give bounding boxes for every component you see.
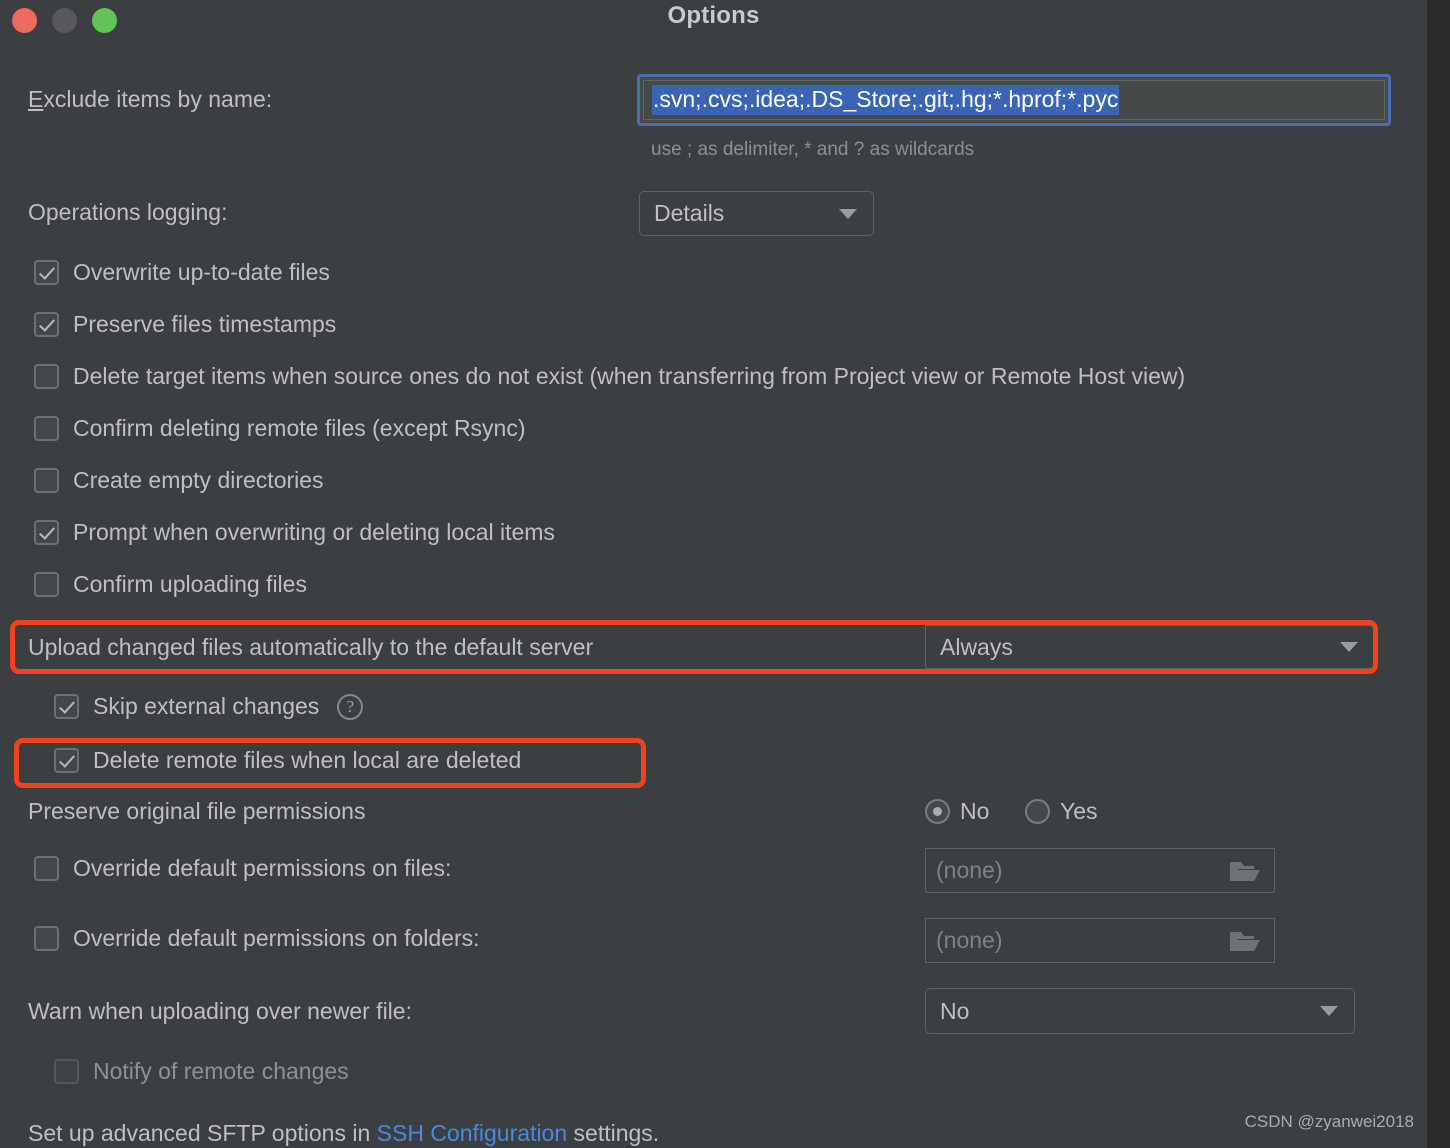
checkbox-indicator[interactable] (34, 856, 59, 881)
window-title: Options (667, 2, 760, 29)
checkbox-label: Confirm uploading files (73, 571, 307, 597)
checkbox-label: Preserve files timestamps (73, 311, 337, 337)
watermark: CSDN @zyanwei2018 (1244, 1112, 1414, 1131)
chevron-down-icon (831, 208, 865, 219)
override-permissions-folders-value: (none) (936, 927, 1003, 953)
checkbox-label: Notify of remote changes (93, 1058, 349, 1084)
checkbox-prompt-when-overwriting[interactable]: Prompt when overwriting or deleting loca… (34, 519, 555, 546)
operations-logging-combobox[interactable]: Details (639, 191, 874, 236)
options-dialog: Options Exclude items by name: .svn;.cvs… (0, 0, 1427, 1148)
help-circle-icon[interactable]: ? (337, 693, 364, 720)
exclude-items-input[interactable]: .svn;.cvs;.idea;.DS_Store;.git;.hg;*.hpr… (643, 80, 1385, 120)
override-permissions-files-field[interactable]: (none) (925, 848, 1275, 893)
checkbox-indicator[interactable] (34, 520, 59, 545)
checkbox-label: Overwrite up-to-date files (73, 259, 330, 285)
footer-prefix: Set up advanced SFTP options in (28, 1120, 371, 1146)
checkbox-label: Delete target items when source ones do … (73, 363, 1186, 389)
checkbox-indicator[interactable] (54, 748, 79, 773)
operations-logging-label: Operations logging: (28, 199, 228, 225)
radio-preserve-permissions-no[interactable]: No (925, 798, 989, 825)
checkbox-label: Delete remote files when local are delet… (93, 747, 522, 773)
checkbox-indicator[interactable] (54, 694, 79, 719)
footer-text: Set up advanced SFTP options in SSH Conf… (28, 1120, 659, 1147)
vertical-scrollbar[interactable] (1427, 0, 1450, 1148)
checkbox-override-permissions-files[interactable]: Override default permissions on files: (34, 855, 451, 882)
radio-preserve-permissions-yes[interactable]: Yes (1025, 798, 1098, 825)
checkbox-indicator[interactable] (34, 312, 59, 337)
checkbox-confirm-deleting-remote-files[interactable]: Confirm deleting remote files (except Rs… (34, 415, 526, 442)
folder-open-icon[interactable] (1228, 857, 1262, 885)
warn-newer-file-label: Warn when uploading over newer file: (28, 998, 412, 1024)
exclude-items-hint: use ; as delimiter, * and ? as wildcards (651, 139, 975, 160)
checkbox-notify-remote-changes[interactable]: Notify of remote changes (54, 1058, 349, 1085)
override-permissions-files-value: (none) (936, 857, 1003, 883)
folder-open-icon[interactable] (1228, 927, 1262, 955)
checkbox-label: Prompt when overwriting or deleting loca… (73, 519, 555, 545)
operations-logging-value: Details (654, 200, 725, 226)
checkbox-label: Confirm deleting remote files (except Rs… (73, 415, 526, 441)
checkbox-indicator[interactable] (34, 926, 59, 951)
warn-newer-file-combobox[interactable]: No (925, 988, 1355, 1034)
checkbox-label: Override default permissions on files: (73, 855, 452, 881)
exclude-items-label: Exclude items by name: (28, 86, 272, 113)
checkbox-skip-external-changes[interactable]: Skip external changes ? (54, 693, 364, 720)
checkbox-label: Override default permissions on folders: (73, 925, 480, 951)
ssh-configuration-link[interactable]: SSH Configuration (377, 1120, 568, 1146)
footer-suffix: settings. (573, 1120, 660, 1146)
chevron-down-icon (1312, 1006, 1346, 1016)
exclude-items-field-wrapper[interactable]: .svn;.cvs;.idea;.DS_Store;.git;.hg;*.hpr… (637, 74, 1391, 126)
checkbox-indicator[interactable] (54, 1059, 79, 1084)
checkbox-label: Create empty directories (73, 467, 324, 493)
override-permissions-folders-field[interactable]: (none) (925, 918, 1275, 963)
checkbox-create-empty-directories[interactable]: Create empty directories (34, 467, 324, 494)
radio-label: No (960, 798, 990, 824)
radio-indicator[interactable] (1025, 799, 1050, 824)
checkbox-label: Skip external changes (93, 693, 320, 719)
checkbox-indicator[interactable] (34, 416, 59, 441)
upload-auto-value: Always (940, 633, 1013, 660)
chevron-down-icon (1332, 642, 1366, 652)
radio-indicator[interactable] (925, 799, 950, 824)
preserve-permissions-label: Preserve original file permissions (28, 798, 366, 824)
exclude-label-rest: xclude items by name: (43, 86, 273, 112)
radio-label: Yes (1060, 798, 1098, 824)
upload-auto-combobox[interactable]: Always (925, 625, 1375, 669)
checkbox-confirm-uploading-files[interactable]: Confirm uploading files (34, 571, 307, 598)
exclude-label-mnemonic: E (28, 86, 44, 112)
checkbox-overwrite-up-to-date-files[interactable]: Overwrite up-to-date files (34, 259, 330, 286)
checkbox-override-permissions-folders[interactable]: Override default permissions on folders: (34, 925, 480, 952)
warn-newer-file-value: No (940, 997, 970, 1024)
checkbox-indicator[interactable] (34, 260, 59, 285)
exclude-items-value: .svn;.cvs;.idea;.DS_Store;.git;.hg;*.hpr… (652, 85, 1120, 115)
checkbox-preserve-files-timestamps[interactable]: Preserve files timestamps (34, 311, 336, 338)
checkbox-indicator[interactable] (34, 364, 59, 389)
upload-auto-label: Upload changed files automatically to th… (28, 634, 594, 660)
checkbox-indicator[interactable] (34, 468, 59, 493)
checkbox-delete-remote-files[interactable]: Delete remote files when local are delet… (54, 747, 521, 774)
checkbox-delete-target-items[interactable]: Delete target items when source ones do … (34, 363, 1185, 390)
window-titlebar: Options (0, 0, 1427, 46)
checkbox-indicator[interactable] (34, 572, 59, 597)
